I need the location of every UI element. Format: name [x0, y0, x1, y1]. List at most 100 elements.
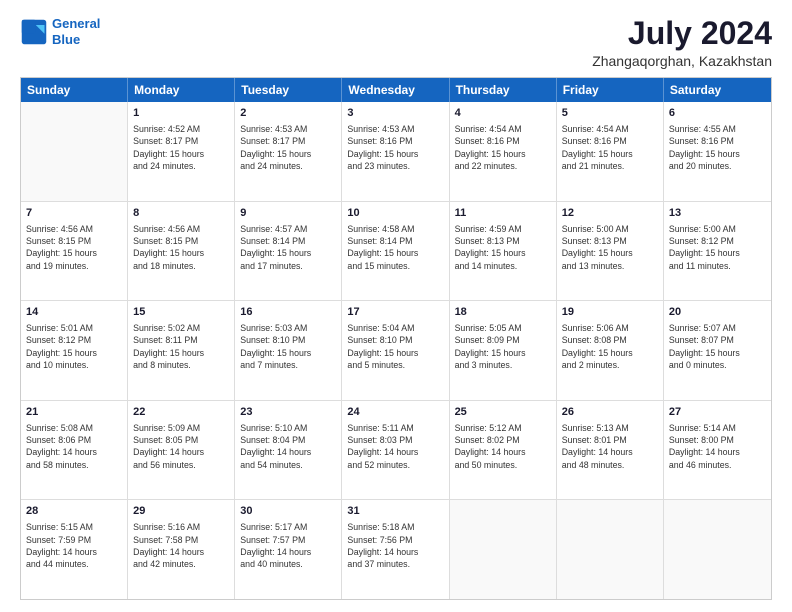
cell-info: Sunrise: 5:17 AM Sunset: 7:57 PM Dayligh… [240, 521, 336, 570]
day-number: 15 [133, 305, 229, 320]
cal-cell: 30 Sunrise: 5:17 AM Sunset: 7:57 PM Dayli… [235, 500, 342, 599]
cal-cell: 9 Sunrise: 4:57 AM Sunset: 8:14 PM Daylig… [235, 202, 342, 301]
day-number: 26 [562, 405, 658, 420]
cal-cell: 1 Sunrise: 4:52 AM Sunset: 8:17 PM Daylig… [128, 102, 235, 201]
cal-week-2: 7 Sunrise: 4:56 AM Sunset: 8:15 PM Daylig… [21, 202, 771, 302]
day-number: 27 [669, 405, 766, 420]
day-number: 7 [26, 206, 122, 221]
cal-cell [664, 500, 771, 599]
cal-week-1: 1 Sunrise: 4:52 AM Sunset: 8:17 PM Daylig… [21, 102, 771, 202]
cal-cell: 29 Sunrise: 5:16 AM Sunset: 7:58 PM Dayli… [128, 500, 235, 599]
logo-line2: Blue [52, 32, 80, 47]
cell-info: Sunrise: 5:16 AM Sunset: 7:58 PM Dayligh… [133, 521, 229, 570]
cal-cell: 14 Sunrise: 5:01 AM Sunset: 8:12 PM Dayli… [21, 301, 128, 400]
cal-header-saturday: Saturday [664, 78, 771, 102]
day-number: 23 [240, 405, 336, 420]
day-number: 18 [455, 305, 551, 320]
cell-info: Sunrise: 4:59 AM Sunset: 8:13 PM Dayligh… [455, 223, 551, 272]
cell-info: Sunrise: 4:53 AM Sunset: 8:16 PM Dayligh… [347, 123, 443, 172]
cell-info: Sunrise: 5:00 AM Sunset: 8:13 PM Dayligh… [562, 223, 658, 272]
cell-info: Sunrise: 5:00 AM Sunset: 8:12 PM Dayligh… [669, 223, 766, 272]
cell-info: Sunrise: 5:18 AM Sunset: 7:56 PM Dayligh… [347, 521, 443, 570]
cal-cell: 4 Sunrise: 4:54 AM Sunset: 8:16 PM Daylig… [450, 102, 557, 201]
day-number: 4 [455, 106, 551, 121]
cell-info: Sunrise: 5:09 AM Sunset: 8:05 PM Dayligh… [133, 422, 229, 471]
day-number: 12 [562, 206, 658, 221]
cell-info: Sunrise: 5:13 AM Sunset: 8:01 PM Dayligh… [562, 422, 658, 471]
logo: General Blue [20, 16, 100, 47]
cal-cell: 26 Sunrise: 5:13 AM Sunset: 8:01 PM Dayli… [557, 401, 664, 500]
cell-info: Sunrise: 4:56 AM Sunset: 8:15 PM Dayligh… [133, 223, 229, 272]
day-number: 19 [562, 305, 658, 320]
day-number: 8 [133, 206, 229, 221]
day-number: 21 [26, 405, 122, 420]
cal-cell: 23 Sunrise: 5:10 AM Sunset: 8:04 PM Dayli… [235, 401, 342, 500]
cal-cell: 20Sunrise: 5:07 AM Sunset: 8:07 PM Dayli… [664, 301, 771, 400]
cal-header-monday: Monday [128, 78, 235, 102]
cal-week-3: 14 Sunrise: 5:01 AM Sunset: 8:12 PM Dayli… [21, 301, 771, 401]
day-number: 22 [133, 405, 229, 420]
day-number: 16 [240, 305, 336, 320]
day-number: 11 [455, 206, 551, 221]
cal-header-thursday: Thursday [450, 78, 557, 102]
day-number: 14 [26, 305, 122, 320]
cal-cell: 10Sunrise: 4:58 AM Sunset: 8:14 PM Dayli… [342, 202, 449, 301]
cell-info: Sunrise: 4:53 AM Sunset: 8:17 PM Dayligh… [240, 123, 336, 172]
cell-info: Sunrise: 5:10 AM Sunset: 8:04 PM Dayligh… [240, 422, 336, 471]
cal-cell: 21Sunrise: 5:08 AM Sunset: 8:06 PM Dayli… [21, 401, 128, 500]
day-number: 13 [669, 206, 766, 221]
day-number: 6 [669, 106, 766, 121]
cell-info: Sunrise: 4:54 AM Sunset: 8:16 PM Dayligh… [562, 123, 658, 172]
cell-info: Sunrise: 5:05 AM Sunset: 8:09 PM Dayligh… [455, 322, 551, 371]
day-number: 1 [133, 106, 229, 121]
cal-cell: 8 Sunrise: 4:56 AM Sunset: 8:15 PM Daylig… [128, 202, 235, 301]
cal-cell: 5 Sunrise: 4:54 AM Sunset: 8:16 PM Daylig… [557, 102, 664, 201]
cal-header-wednesday: Wednesday [342, 78, 449, 102]
logo-line1: General [52, 16, 100, 31]
cal-cell: 6 Sunrise: 4:55 AM Sunset: 8:16 PM Daylig… [664, 102, 771, 201]
cal-cell: 28Sunrise: 5:15 AM Sunset: 7:59 PM Dayli… [21, 500, 128, 599]
day-number: 24 [347, 405, 443, 420]
day-number: 9 [240, 206, 336, 221]
cal-cell: 24 Sunrise: 5:11 AM Sunset: 8:03 PM Dayli… [342, 401, 449, 500]
cal-cell: 12 Sunrise: 5:00 AM Sunset: 8:13 PM Dayli… [557, 202, 664, 301]
cell-info: Sunrise: 4:55 AM Sunset: 8:16 PM Dayligh… [669, 123, 766, 172]
month-year: July 2024 [592, 16, 772, 51]
day-number: 29 [133, 504, 229, 519]
cal-cell [557, 500, 664, 599]
cell-info: Sunrise: 4:54 AM Sunset: 8:16 PM Dayligh… [455, 123, 551, 172]
day-number: 25 [455, 405, 551, 420]
cal-cell: 17 Sunrise: 5:04 AM Sunset: 8:10 PM Dayli… [342, 301, 449, 400]
day-number: 30 [240, 504, 336, 519]
cell-info: Sunrise: 5:06 AM Sunset: 8:08 PM Dayligh… [562, 322, 658, 371]
cell-info: Sunrise: 4:52 AM Sunset: 8:17 PM Dayligh… [133, 123, 229, 172]
cal-header-sunday: Sunday [21, 78, 128, 102]
cell-info: Sunrise: 4:57 AM Sunset: 8:14 PM Dayligh… [240, 223, 336, 272]
cal-cell: 3 Sunrise: 4:53 AM Sunset: 8:16 PM Daylig… [342, 102, 449, 201]
cal-cell [21, 102, 128, 201]
cal-cell: 25 Sunrise: 5:12 AM Sunset: 8:02 PM Dayli… [450, 401, 557, 500]
cal-cell: 18 Sunrise: 5:05 AM Sunset: 8:09 PM Dayli… [450, 301, 557, 400]
cal-week-5: 28Sunrise: 5:15 AM Sunset: 7:59 PM Dayli… [21, 500, 771, 599]
day-number: 3 [347, 106, 443, 121]
day-number: 20 [669, 305, 766, 320]
cal-week-4: 21Sunrise: 5:08 AM Sunset: 8:06 PM Dayli… [21, 401, 771, 501]
cell-info: Sunrise: 5:14 AM Sunset: 8:00 PM Dayligh… [669, 422, 766, 471]
cal-cell: 7Sunrise: 4:56 AM Sunset: 8:15 PM Daylig… [21, 202, 128, 301]
cell-info: Sunrise: 5:15 AM Sunset: 7:59 PM Dayligh… [26, 521, 122, 570]
cal-header-tuesday: Tuesday [235, 78, 342, 102]
day-number: 5 [562, 106, 658, 121]
header: General Blue July 2024 Zhangaqorghan, Ka… [20, 16, 772, 69]
cell-info: Sunrise: 5:01 AM Sunset: 8:12 PM Dayligh… [26, 322, 122, 371]
day-number: 31 [347, 504, 443, 519]
cell-info: Sunrise: 5:12 AM Sunset: 8:02 PM Dayligh… [455, 422, 551, 471]
logo-icon [20, 18, 48, 46]
cal-cell [450, 500, 557, 599]
day-number: 17 [347, 305, 443, 320]
day-number: 2 [240, 106, 336, 121]
cal-cell: 27 Sunrise: 5:14 AM Sunset: 8:00 PM Dayli… [664, 401, 771, 500]
calendar: SundayMondayTuesdayWednesdayThursdayFrid… [20, 77, 772, 600]
cell-info: Sunrise: 5:04 AM Sunset: 8:10 PM Dayligh… [347, 322, 443, 371]
cell-info: Sunrise: 5:03 AM Sunset: 8:10 PM Dayligh… [240, 322, 336, 371]
cell-info: Sunrise: 5:11 AM Sunset: 8:03 PM Dayligh… [347, 422, 443, 471]
